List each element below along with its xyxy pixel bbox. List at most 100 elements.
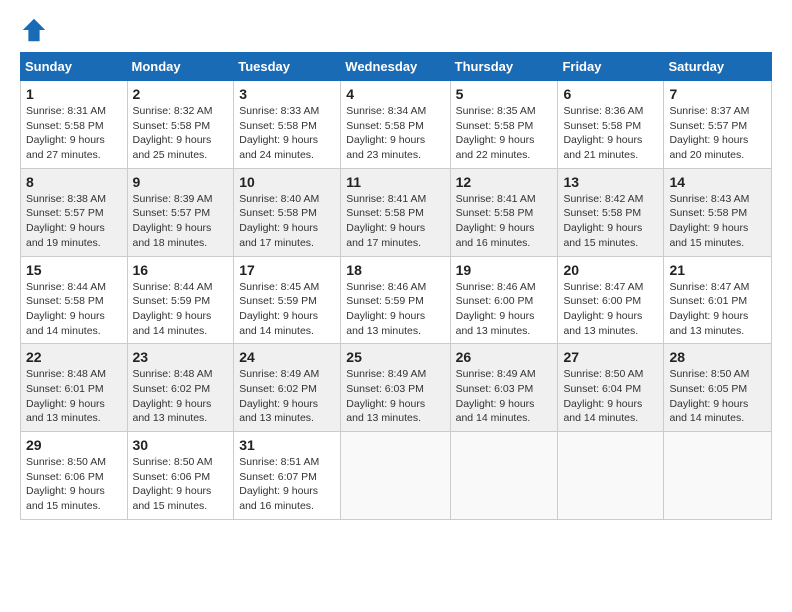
day-info: Sunrise: 8:45 AMSunset: 5:59 PMDaylight:… — [239, 281, 319, 337]
header-cell-monday: Monday — [127, 53, 234, 81]
calendar-week-5: 29 Sunrise: 8:50 AMSunset: 6:06 PMDaylig… — [21, 432, 772, 520]
day-number: 27 — [563, 349, 658, 365]
day-info: Sunrise: 8:47 AMSunset: 6:00 PMDaylight:… — [563, 281, 643, 337]
logo-icon — [20, 16, 48, 44]
day-number: 3 — [239, 86, 335, 102]
calendar-cell: 23 Sunrise: 8:48 AMSunset: 6:02 PMDaylig… — [127, 344, 234, 432]
calendar-cell: 8 Sunrise: 8:38 AMSunset: 5:57 PMDayligh… — [21, 168, 128, 256]
day-info: Sunrise: 8:41 AMSunset: 5:58 PMDaylight:… — [456, 193, 536, 249]
calendar-cell: 2 Sunrise: 8:32 AMSunset: 5:58 PMDayligh… — [127, 81, 234, 169]
day-number: 1 — [26, 86, 122, 102]
day-number: 29 — [26, 437, 122, 453]
calendar-cell — [558, 432, 664, 520]
day-number: 10 — [239, 174, 335, 190]
calendar-cell: 20 Sunrise: 8:47 AMSunset: 6:00 PMDaylig… — [558, 256, 664, 344]
calendar-cell: 15 Sunrise: 8:44 AMSunset: 5:58 PMDaylig… — [21, 256, 128, 344]
day-number: 13 — [563, 174, 658, 190]
calendar-cell: 16 Sunrise: 8:44 AMSunset: 5:59 PMDaylig… — [127, 256, 234, 344]
calendar-cell: 9 Sunrise: 8:39 AMSunset: 5:57 PMDayligh… — [127, 168, 234, 256]
day-number: 7 — [669, 86, 766, 102]
day-number: 11 — [346, 174, 444, 190]
day-info: Sunrise: 8:32 AMSunset: 5:58 PMDaylight:… — [133, 105, 213, 161]
day-info: Sunrise: 8:50 AMSunset: 6:06 PMDaylight:… — [133, 456, 213, 512]
calendar-cell: 22 Sunrise: 8:48 AMSunset: 6:01 PMDaylig… — [21, 344, 128, 432]
day-info: Sunrise: 8:37 AMSunset: 5:57 PMDaylight:… — [669, 105, 749, 161]
day-info: Sunrise: 8:50 AMSunset: 6:06 PMDaylight:… — [26, 456, 106, 512]
calendar-week-3: 15 Sunrise: 8:44 AMSunset: 5:58 PMDaylig… — [21, 256, 772, 344]
day-info: Sunrise: 8:38 AMSunset: 5:57 PMDaylight:… — [26, 193, 106, 249]
calendar-cell: 4 Sunrise: 8:34 AMSunset: 5:58 PMDayligh… — [341, 81, 450, 169]
day-number: 21 — [669, 262, 766, 278]
calendar-cell — [341, 432, 450, 520]
header-cell-wednesday: Wednesday — [341, 53, 450, 81]
day-number: 17 — [239, 262, 335, 278]
header-cell-saturday: Saturday — [664, 53, 772, 81]
day-info: Sunrise: 8:44 AMSunset: 5:59 PMDaylight:… — [133, 281, 213, 337]
day-number: 6 — [563, 86, 658, 102]
day-number: 18 — [346, 262, 444, 278]
day-number: 2 — [133, 86, 229, 102]
day-info: Sunrise: 8:47 AMSunset: 6:01 PMDaylight:… — [669, 281, 749, 337]
day-info: Sunrise: 8:49 AMSunset: 6:03 PMDaylight:… — [456, 368, 536, 424]
calendar-cell: 11 Sunrise: 8:41 AMSunset: 5:58 PMDaylig… — [341, 168, 450, 256]
day-number: 16 — [133, 262, 229, 278]
logo — [20, 16, 52, 44]
calendar-cell: 10 Sunrise: 8:40 AMSunset: 5:58 PMDaylig… — [234, 168, 341, 256]
day-info: Sunrise: 8:50 AMSunset: 6:04 PMDaylight:… — [563, 368, 643, 424]
calendar-week-1: 1 Sunrise: 8:31 AMSunset: 5:58 PMDayligh… — [21, 81, 772, 169]
day-number: 20 — [563, 262, 658, 278]
calendar-cell: 31 Sunrise: 8:51 AMSunset: 6:07 PMDaylig… — [234, 432, 341, 520]
day-info: Sunrise: 8:48 AMSunset: 6:02 PMDaylight:… — [133, 368, 213, 424]
day-number: 23 — [133, 349, 229, 365]
calendar-cell: 21 Sunrise: 8:47 AMSunset: 6:01 PMDaylig… — [664, 256, 772, 344]
day-number: 5 — [456, 86, 553, 102]
day-number: 12 — [456, 174, 553, 190]
calendar-cell: 5 Sunrise: 8:35 AMSunset: 5:58 PMDayligh… — [450, 81, 558, 169]
day-info: Sunrise: 8:34 AMSunset: 5:58 PMDaylight:… — [346, 105, 426, 161]
day-info: Sunrise: 8:49 AMSunset: 6:03 PMDaylight:… — [346, 368, 426, 424]
day-number: 24 — [239, 349, 335, 365]
calendar-week-4: 22 Sunrise: 8:48 AMSunset: 6:01 PMDaylig… — [21, 344, 772, 432]
day-info: Sunrise: 8:39 AMSunset: 5:57 PMDaylight:… — [133, 193, 213, 249]
calendar-cell: 13 Sunrise: 8:42 AMSunset: 5:58 PMDaylig… — [558, 168, 664, 256]
day-info: Sunrise: 8:50 AMSunset: 6:05 PMDaylight:… — [669, 368, 749, 424]
calendar-cell: 24 Sunrise: 8:49 AMSunset: 6:02 PMDaylig… — [234, 344, 341, 432]
day-number: 4 — [346, 86, 444, 102]
day-number: 14 — [669, 174, 766, 190]
day-number: 28 — [669, 349, 766, 365]
day-info: Sunrise: 8:35 AMSunset: 5:58 PMDaylight:… — [456, 105, 536, 161]
calendar-cell: 1 Sunrise: 8:31 AMSunset: 5:58 PMDayligh… — [21, 81, 128, 169]
header-cell-sunday: Sunday — [21, 53, 128, 81]
day-info: Sunrise: 8:46 AMSunset: 5:59 PMDaylight:… — [346, 281, 426, 337]
calendar-header-row: SundayMondayTuesdayWednesdayThursdayFrid… — [21, 53, 772, 81]
day-info: Sunrise: 8:44 AMSunset: 5:58 PMDaylight:… — [26, 281, 106, 337]
calendar-cell: 14 Sunrise: 8:43 AMSunset: 5:58 PMDaylig… — [664, 168, 772, 256]
calendar-table: SundayMondayTuesdayWednesdayThursdayFrid… — [20, 52, 772, 520]
day-info: Sunrise: 8:43 AMSunset: 5:58 PMDaylight:… — [669, 193, 749, 249]
day-number: 22 — [26, 349, 122, 365]
day-info: Sunrise: 8:42 AMSunset: 5:58 PMDaylight:… — [563, 193, 643, 249]
header-cell-thursday: Thursday — [450, 53, 558, 81]
calendar-cell — [664, 432, 772, 520]
calendar-cell: 18 Sunrise: 8:46 AMSunset: 5:59 PMDaylig… — [341, 256, 450, 344]
calendar-cell: 25 Sunrise: 8:49 AMSunset: 6:03 PMDaylig… — [341, 344, 450, 432]
day-number: 8 — [26, 174, 122, 190]
calendar-week-2: 8 Sunrise: 8:38 AMSunset: 5:57 PMDayligh… — [21, 168, 772, 256]
calendar-cell — [450, 432, 558, 520]
calendar-cell: 6 Sunrise: 8:36 AMSunset: 5:58 PMDayligh… — [558, 81, 664, 169]
calendar-cell: 12 Sunrise: 8:41 AMSunset: 5:58 PMDaylig… — [450, 168, 558, 256]
day-info: Sunrise: 8:31 AMSunset: 5:58 PMDaylight:… — [26, 105, 106, 161]
day-number: 25 — [346, 349, 444, 365]
calendar-cell: 27 Sunrise: 8:50 AMSunset: 6:04 PMDaylig… — [558, 344, 664, 432]
page-header — [20, 16, 772, 44]
day-info: Sunrise: 8:41 AMSunset: 5:58 PMDaylight:… — [346, 193, 426, 249]
header-cell-tuesday: Tuesday — [234, 53, 341, 81]
day-number: 30 — [133, 437, 229, 453]
calendar-cell: 30 Sunrise: 8:50 AMSunset: 6:06 PMDaylig… — [127, 432, 234, 520]
calendar-cell: 28 Sunrise: 8:50 AMSunset: 6:05 PMDaylig… — [664, 344, 772, 432]
day-number: 9 — [133, 174, 229, 190]
day-info: Sunrise: 8:46 AMSunset: 6:00 PMDaylight:… — [456, 281, 536, 337]
calendar-cell: 29 Sunrise: 8:50 AMSunset: 6:06 PMDaylig… — [21, 432, 128, 520]
day-info: Sunrise: 8:49 AMSunset: 6:02 PMDaylight:… — [239, 368, 319, 424]
day-info: Sunrise: 8:40 AMSunset: 5:58 PMDaylight:… — [239, 193, 319, 249]
